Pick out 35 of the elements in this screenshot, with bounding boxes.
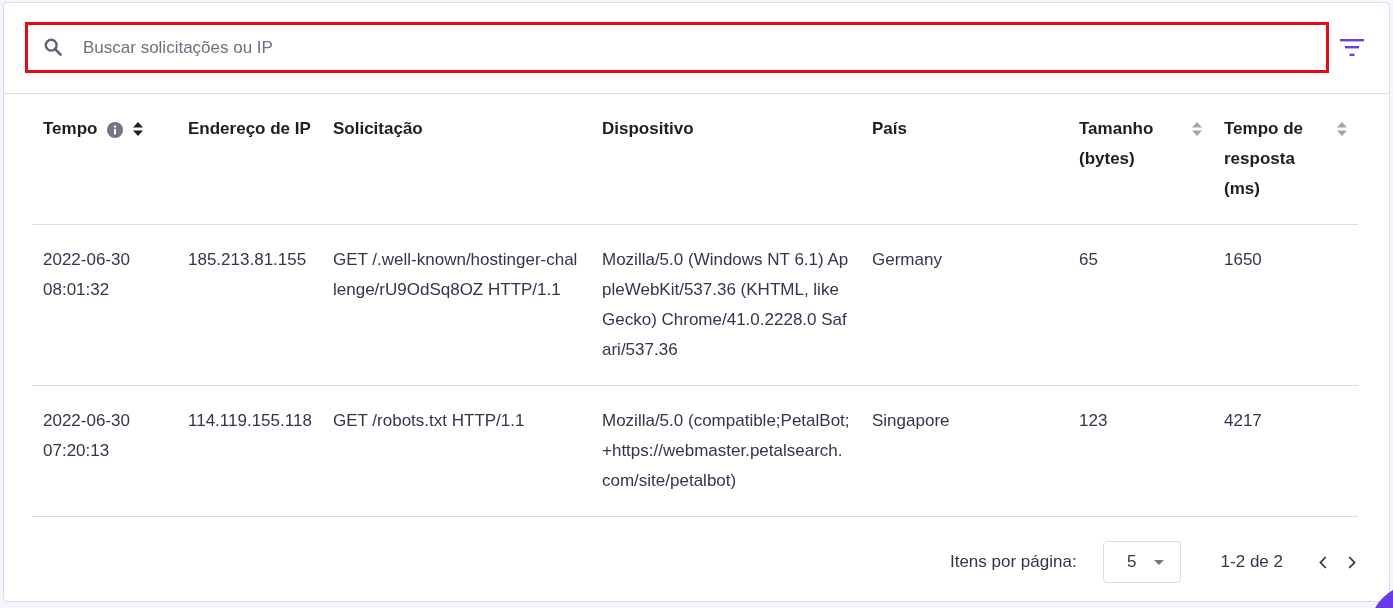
table-cell: Mozilla/5.0 (Windows NT 6.1) AppleWebKit/537.36 (KHTML, like Gecko) Chrome/41.0.2228.0 Safari/537.36 — [591, 224, 861, 386]
table-cell: Germany — [861, 224, 1068, 386]
table-cell: 123 — [1068, 385, 1213, 517]
page-size-select[interactable]: 5 — [1102, 541, 1181, 583]
table-cell: 4217 — [1213, 385, 1358, 517]
table-cell: GET /robots.txt HTTP/1.1 — [322, 385, 591, 517]
table-cell: Mozilla/5.0 (compatible;PetalBot;+https://webmaster.petalsearch.com/site/petalbot) — [591, 385, 861, 517]
table-cell: 185.213.81.155 — [177, 224, 322, 386]
table-cell: 2022-06-30 08:01:32 — [32, 224, 177, 386]
table-cell: 2022-06-30 07:20:13 — [32, 385, 177, 517]
filter-button[interactable] — [1340, 39, 1364, 56]
column-header: Tempo de resposta (ms) — [1224, 118, 1305, 200]
caret-icon — [1154, 559, 1165, 565]
floating-action-button[interactable] — [1375, 590, 1393, 608]
items-per-page-label: Itens por página: — [949, 552, 1077, 572]
table-cell: Singapore — [861, 385, 1068, 517]
column-header: País — [872, 118, 907, 140]
table-cell: 65 — [1068, 224, 1213, 386]
next-page-button[interactable] — [1348, 555, 1356, 569]
table-cell: 1650 — [1213, 224, 1358, 386]
search-icon — [44, 38, 62, 56]
table-cell: GET /.well-known/hostinger-challenge/rU9OdSq8OZ HTTP/1.1 — [322, 224, 591, 386]
chevron-left-icon — [1319, 555, 1327, 569]
column-header: Tamanho (bytes) — [1079, 118, 1155, 170]
previous-page-button[interactable] — [1319, 555, 1327, 569]
table-cell: 114.119.155.118 — [177, 385, 322, 517]
page-range-text: 1-2 de 2 — [1220, 552, 1283, 572]
column-header: Solicitação — [333, 118, 423, 140]
column-header: Endereço de IP — [188, 118, 311, 140]
filter-icon — [1340, 39, 1364, 56]
column-header: Dispositivo — [602, 118, 694, 140]
sort-icon[interactable] — [133, 122, 144, 136]
search-field[interactable]: Buscar solicitações ou IP — [25, 22, 1329, 73]
column-header: Tempo — [43, 118, 98, 140]
chevron-right-icon — [1348, 555, 1356, 569]
